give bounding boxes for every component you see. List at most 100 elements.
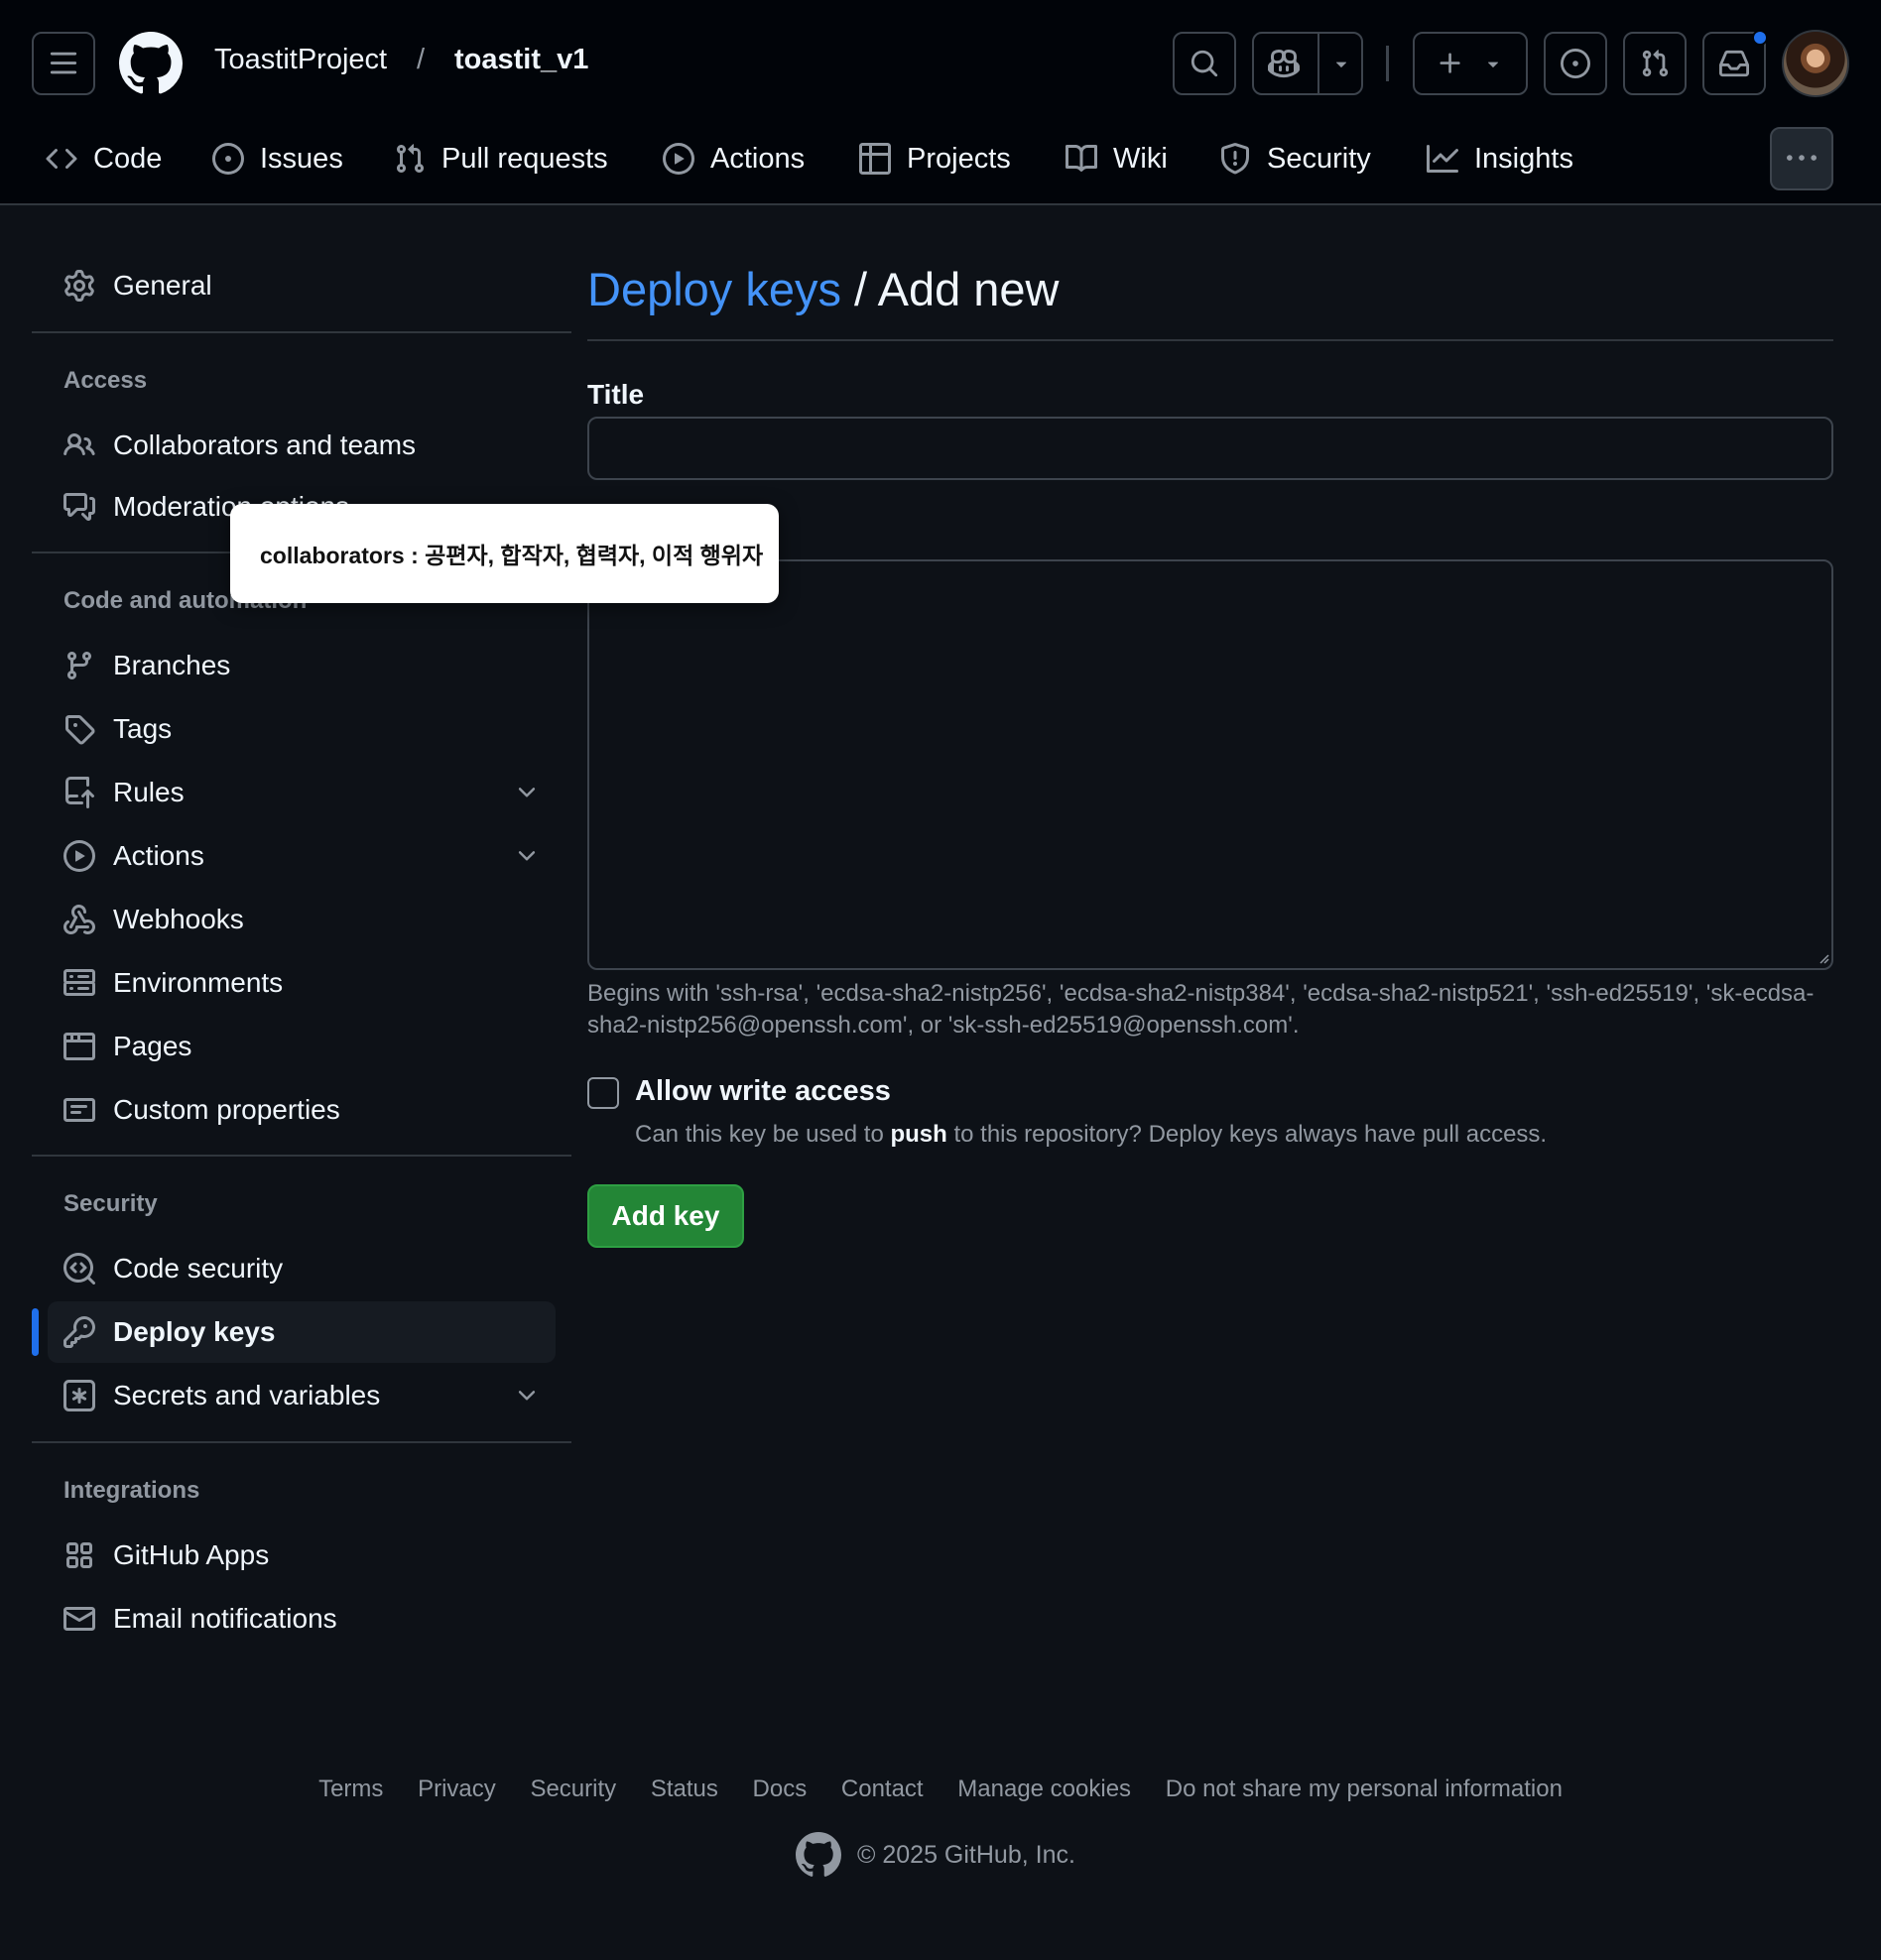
resize-handle-icon[interactable] bbox=[1818, 952, 1829, 964]
plus-icon bbox=[1437, 50, 1464, 77]
page-title: Deploy keys / Add new bbox=[587, 262, 1060, 316]
section-heading-integrations: Integrations bbox=[63, 1477, 200, 1504]
tab-pull-requests[interactable]: Pull requests bbox=[394, 127, 608, 190]
more-tabs-button[interactable] bbox=[1770, 127, 1833, 190]
code-icon bbox=[46, 143, 77, 175]
your-issues-button[interactable] bbox=[1544, 32, 1607, 95]
tab-wiki[interactable]: Wiki bbox=[1066, 127, 1168, 190]
chevron-down-icon[interactable] bbox=[514, 780, 540, 805]
tab-security[interactable]: Security bbox=[1219, 127, 1371, 190]
create-new-button[interactable] bbox=[1413, 32, 1528, 95]
tab-label: Insights bbox=[1474, 142, 1573, 175]
sidebar-item-custom-properties[interactable]: Custom properties bbox=[48, 1079, 571, 1141]
avatar[interactable] bbox=[1782, 30, 1849, 97]
repo-push-icon bbox=[63, 777, 95, 808]
tab-label: Actions bbox=[710, 142, 806, 175]
tab-label: Issues bbox=[260, 142, 343, 175]
sidebar-item-general[interactable]: General bbox=[48, 255, 571, 316]
add-key-button[interactable]: Add key bbox=[587, 1184, 744, 1248]
search-button[interactable] bbox=[1173, 32, 1236, 95]
active-indicator bbox=[32, 1308, 39, 1356]
sidebar-item-webhooks[interactable]: Webhooks bbox=[48, 889, 571, 950]
your-pull-requests-button[interactable] bbox=[1623, 32, 1687, 95]
repo-nav: Code Issues Pull requests Actions Projec… bbox=[0, 127, 1881, 190]
menu-button[interactable] bbox=[32, 32, 95, 95]
sidebar-item-code-security[interactable]: Code security bbox=[48, 1238, 571, 1299]
browser-icon bbox=[63, 1031, 95, 1062]
tab-actions[interactable]: Actions bbox=[663, 127, 805, 190]
mail-icon bbox=[63, 1603, 95, 1635]
footer-link-docs[interactable]: Docs bbox=[753, 1776, 808, 1802]
sidebar-item-pages[interactable]: Pages bbox=[48, 1016, 571, 1077]
footer-link-status[interactable]: Status bbox=[651, 1776, 718, 1802]
codescan-icon bbox=[63, 1253, 95, 1285]
breadcrumb-deploy-keys-link[interactable]: Deploy keys bbox=[587, 263, 841, 315]
chevron-down-icon[interactable] bbox=[514, 1383, 540, 1409]
table-icon bbox=[859, 143, 891, 175]
repo-name-link[interactable]: toastit_v1 bbox=[454, 44, 588, 76]
sidebar-item-label: Email notifications bbox=[113, 1603, 337, 1634]
page-title-text: Add new bbox=[877, 263, 1060, 315]
sidebar-item-branches[interactable]: Branches bbox=[48, 635, 571, 696]
section-heading-security: Security bbox=[63, 1190, 158, 1217]
footer-link-security[interactable]: Security bbox=[530, 1776, 616, 1802]
repo-owner-link[interactable]: ToastitProject bbox=[214, 44, 387, 76]
sidebar-item-github-apps[interactable]: GitHub Apps bbox=[48, 1525, 571, 1586]
footer-copyright: © 2025 GitHub, Inc. bbox=[796, 1831, 1075, 1879]
footer-link-manage-cookies[interactable]: Manage cookies bbox=[957, 1776, 1131, 1802]
gear-icon bbox=[63, 270, 95, 302]
sidebar-item-label: Collaborators and teams bbox=[113, 429, 417, 460]
sidebar-item-actions[interactable]: Actions bbox=[48, 825, 571, 887]
sidebar-item-label: Actions bbox=[113, 840, 204, 871]
tab-issues[interactable]: Issues bbox=[212, 127, 343, 190]
note-text: to this repository? Deploy keys always h… bbox=[946, 1121, 1548, 1148]
sidebar-item-label: Branches bbox=[113, 650, 231, 680]
key-format-hint: Begins with 'ssh-rsa', 'ecdsa-sha2-nistp… bbox=[587, 980, 1815, 1039]
allow-write-checkbox[interactable] bbox=[587, 1077, 619, 1109]
copyright-text: © 2025 GitHub, Inc. bbox=[857, 1840, 1075, 1869]
sidebar-item-label: Custom properties bbox=[113, 1094, 340, 1125]
footer-links: Terms Privacy Security Status Docs Conta… bbox=[0, 1776, 1881, 1803]
sidebar-item-label: Pages bbox=[113, 1031, 192, 1061]
search-icon bbox=[1190, 49, 1219, 78]
tab-label: Code bbox=[93, 142, 163, 175]
kebab-horizontal-icon bbox=[1787, 144, 1817, 174]
copilot-icon bbox=[1254, 34, 1314, 93]
sidebar-item-rules[interactable]: Rules bbox=[48, 762, 571, 823]
tab-projects[interactable]: Projects bbox=[859, 127, 1011, 190]
triangle-down-icon[interactable] bbox=[1319, 34, 1363, 93]
footer-link-terms[interactable]: Terms bbox=[318, 1776, 383, 1802]
chevron-down-icon[interactable] bbox=[514, 843, 540, 869]
sidebar-item-email-notifications[interactable]: Email notifications bbox=[48, 1588, 571, 1650]
sidebar-item-deploy-keys[interactable]: Deploy keys bbox=[48, 1301, 556, 1363]
footer-link-contact[interactable]: Contact bbox=[841, 1776, 924, 1802]
section-divider bbox=[32, 1155, 571, 1157]
allow-write-label[interactable]: Allow write access bbox=[635, 1075, 891, 1108]
title-field-label: Title bbox=[587, 379, 645, 410]
github-logo-icon[interactable] bbox=[119, 32, 183, 95]
menu-icon bbox=[49, 49, 78, 78]
sidebar-item-label: Deploy keys bbox=[113, 1316, 276, 1347]
sidebar-item-label: GitHub Apps bbox=[113, 1539, 270, 1570]
path-separator: / bbox=[417, 44, 426, 75]
sidebar-item-collaborators[interactable]: Collaborators and teams bbox=[48, 415, 571, 476]
git-pull-request-icon bbox=[1640, 49, 1670, 78]
sidebar-item-tags[interactable]: Tags bbox=[48, 698, 571, 760]
sidebar-item-secrets[interactable]: Secrets and variables bbox=[48, 1365, 571, 1426]
tab-insights[interactable]: Insights bbox=[1427, 127, 1573, 190]
section-divider bbox=[32, 1441, 571, 1443]
footer-link-do-not-share[interactable]: Do not share my personal information bbox=[1166, 1776, 1563, 1802]
unread-notification-dot bbox=[1752, 30, 1768, 46]
sidebar-item-environments[interactable]: Environments bbox=[48, 952, 571, 1014]
tab-code[interactable]: Code bbox=[46, 127, 162, 190]
github-logo-icon[interactable] bbox=[796, 1832, 841, 1878]
apps-icon bbox=[63, 1539, 95, 1571]
key-textarea[interactable] bbox=[587, 559, 1833, 970]
tab-label: Projects bbox=[907, 142, 1011, 175]
title-input[interactable] bbox=[587, 417, 1833, 480]
footer-link-privacy[interactable]: Privacy bbox=[418, 1776, 496, 1802]
copilot-button[interactable] bbox=[1252, 32, 1363, 95]
sidebar-item-label: Rules bbox=[113, 777, 185, 807]
title-divider bbox=[587, 339, 1833, 341]
comment-discussion-icon bbox=[63, 491, 95, 523]
